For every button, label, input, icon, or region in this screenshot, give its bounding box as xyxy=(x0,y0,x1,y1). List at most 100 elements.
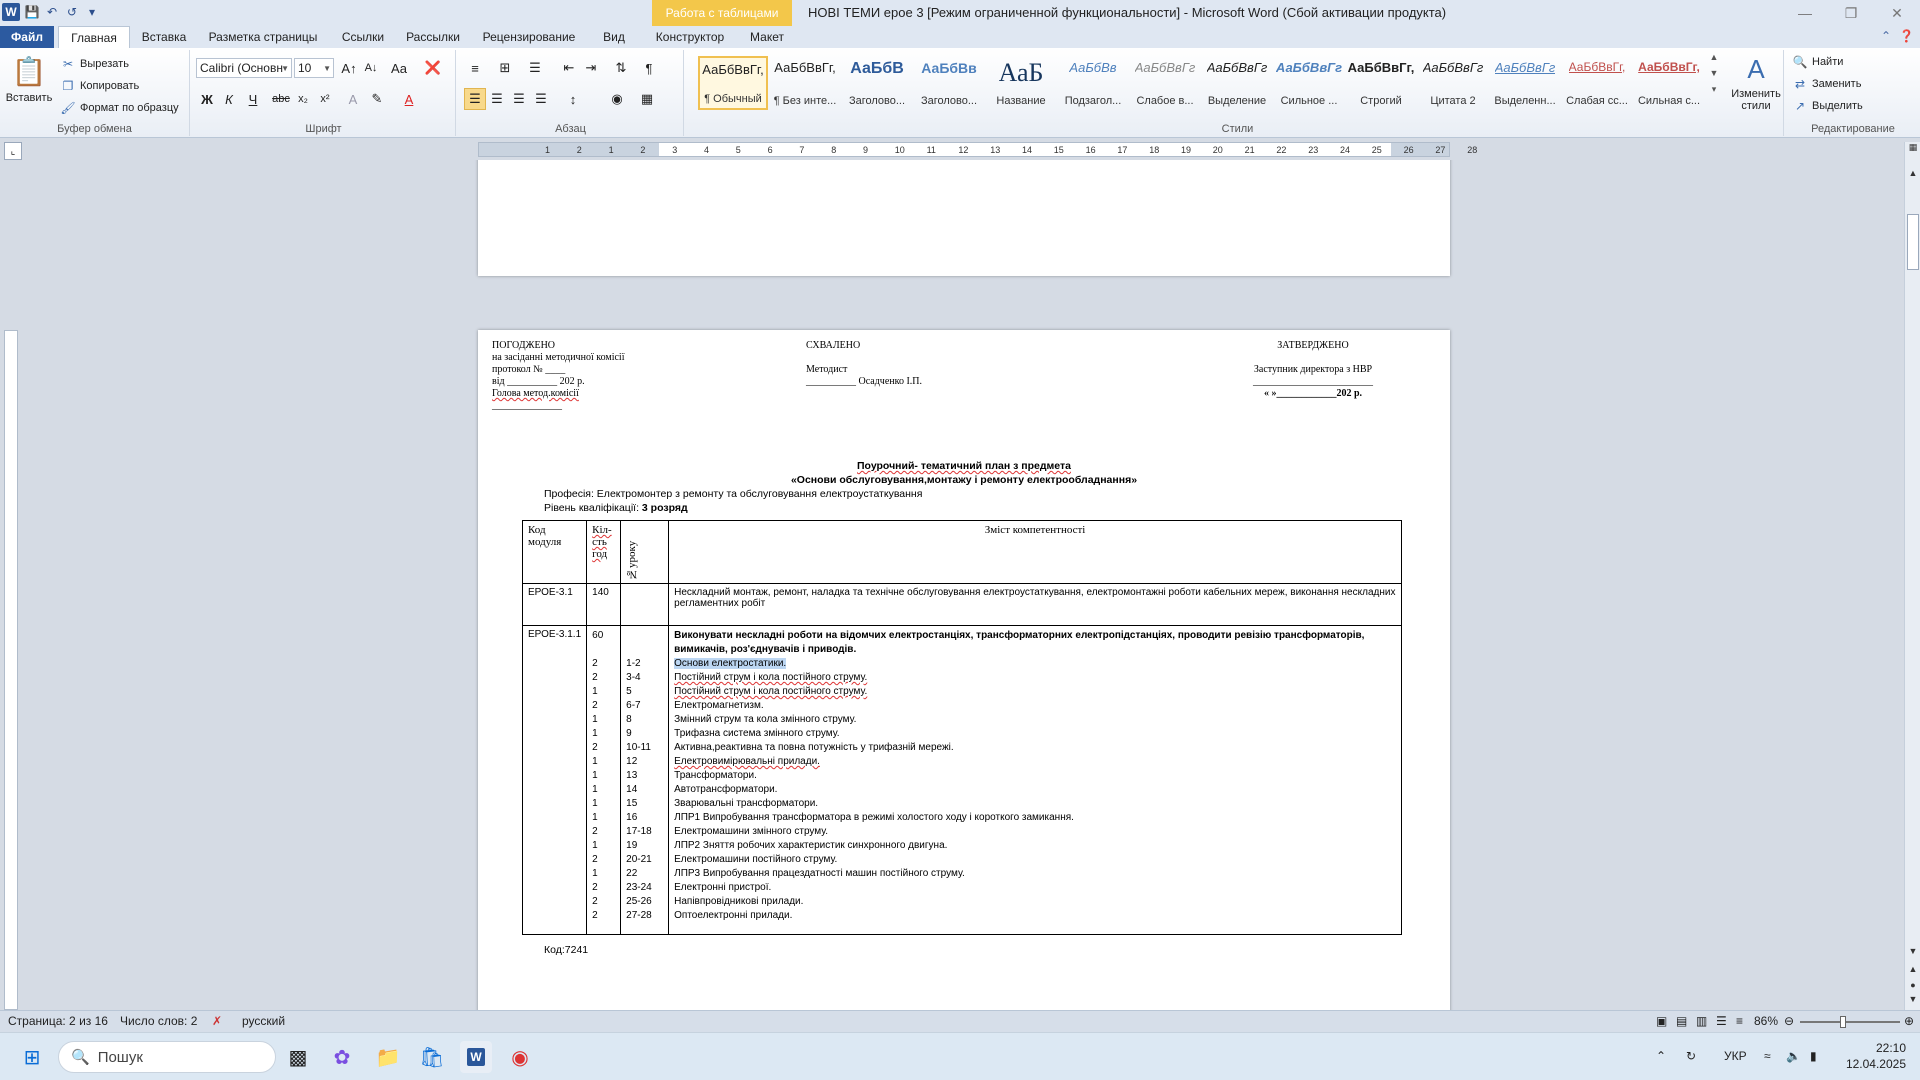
style-item[interactable]: АаБбВв Заголово... xyxy=(914,56,984,110)
copilot-icon[interactable]: ✿ xyxy=(326,1041,358,1073)
borders-icon[interactable]: ▦ xyxy=(636,88,658,110)
windows-start-icon[interactable]: ⊞ xyxy=(16,1041,48,1073)
change-styles-button[interactable]: A Изменить стили xyxy=(1728,54,1784,112)
chrome-icon[interactable]: ◉ xyxy=(504,1041,536,1073)
tab-review[interactable]: Рецензирование xyxy=(474,26,584,48)
horizontal-ruler[interactable]: 1 2 1 2 3 4 5 6 7 8 9 10 11 12 13 14 15 16 17 18 19 20 21 22 23 2… xyxy=(478,142,1477,157)
strikethrough-icon[interactable]: abc xyxy=(270,88,292,110)
subscript-icon[interactable]: x₂ xyxy=(292,88,314,110)
increase-indent-icon[interactable]: ⇥ xyxy=(580,57,602,79)
align-center-icon[interactable]: ☰ xyxy=(486,88,508,110)
style-item[interactable]: АаБбВвГг, Сильная с... xyxy=(1634,56,1704,110)
zoom-in-icon[interactable]: ⊕ xyxy=(1904,1014,1914,1028)
draft-icon[interactable]: ≡ xyxy=(1736,1014,1743,1028)
view-ruler-icon[interactable]: ▦ xyxy=(1905,142,1920,156)
plan-table[interactable]: Код модуля Кіл-сть год №уроку Зміст комп… xyxy=(521,520,1402,935)
input-language[interactable]: УКР xyxy=(1724,1049,1747,1063)
tab-mailings[interactable]: Рассылки xyxy=(400,26,466,48)
outline-icon[interactable]: ☰ xyxy=(1716,1014,1727,1028)
tab-file[interactable]: Файл xyxy=(0,26,54,48)
vertical-scrollbar[interactable]: ▦ ▲ ▼ ▲ ● ▼ xyxy=(1904,142,1920,1010)
font-size-combo[interactable]: 10 ▼ xyxy=(294,58,334,78)
file-explorer-icon[interactable]: 📁 xyxy=(372,1041,404,1073)
tab-view[interactable]: Вид xyxy=(592,26,636,48)
styles-scroll[interactable]: ▲ ▼ ▾ xyxy=(1706,52,1722,95)
style-item[interactable]: АаБ Название xyxy=(986,56,1056,110)
superscript-icon[interactable]: x² xyxy=(314,88,336,110)
tab-references[interactable]: Ссылки xyxy=(334,26,392,48)
zoom-slider-knob[interactable] xyxy=(1840,1016,1846,1028)
cut-button[interactable]: ✂ Вырезать xyxy=(60,56,129,72)
zoom-slider[interactable] xyxy=(1800,1016,1900,1028)
previous-page-icon[interactable]: ▲ xyxy=(1905,964,1920,978)
line-spacing-icon[interactable]: ↕ xyxy=(562,88,584,110)
tab-design[interactable]: Конструктор xyxy=(646,26,734,48)
clear-formatting-icon[interactable]: ❌ xyxy=(422,57,444,79)
style-item[interactable]: АаБбВвГг Выделение xyxy=(1202,56,1272,110)
redo-icon[interactable]: ↺ xyxy=(64,4,80,20)
shrink-font-icon[interactable]: A↓ xyxy=(360,57,382,79)
word-count[interactable]: Число слов: 2 xyxy=(120,1014,197,1028)
italic-icon[interactable]: К xyxy=(218,88,240,110)
style-item[interactable]: АаБбВвГг Цитата 2 xyxy=(1418,56,1488,110)
underline-icon[interactable]: Ч xyxy=(242,88,264,110)
select-button[interactable]: ↗ Выделить xyxy=(1792,98,1863,114)
save-icon[interactable]: 💾 xyxy=(24,4,40,20)
text-effects-icon[interactable]: A xyxy=(342,88,364,110)
paste-button[interactable]: 📋 Вставить xyxy=(6,54,53,105)
grow-font-icon[interactable]: A↑ xyxy=(338,57,360,79)
align-right-icon[interactable]: ☰ xyxy=(508,88,530,110)
font-color-icon[interactable]: A xyxy=(398,88,420,110)
store-icon[interactable]: 🛍 xyxy=(416,1041,448,1073)
clock[interactable]: 22:10 12.04.2025 xyxy=(1846,1040,1906,1072)
find-button[interactable]: 🔍 Найти xyxy=(1792,54,1844,70)
document-area[interactable]: ПОГОДЖЕНО на засіданні методичної комісі… xyxy=(0,160,1904,1010)
print-layout-icon[interactable]: ▣ xyxy=(1656,1014,1667,1028)
replace-button[interactable]: ⇄ Заменить xyxy=(1792,76,1861,92)
help-icon[interactable]: ❓ xyxy=(1899,29,1914,43)
copy-button[interactable]: ❐ Копировать xyxy=(60,78,140,94)
language[interactable]: русский xyxy=(242,1014,285,1028)
format-painter-button[interactable]: 🖌 Формат по образцу xyxy=(60,100,178,116)
wifi-icon[interactable]: ≈ xyxy=(1764,1049,1771,1063)
style-item[interactable]: АаБбВвГг, ¶ Без инте... xyxy=(770,56,840,110)
volume-icon[interactable]: 🔈 xyxy=(1786,1049,1801,1063)
decrease-indent-icon[interactable]: ⇤ xyxy=(558,57,580,79)
bold-icon[interactable]: Ж xyxy=(196,88,218,110)
minimize-ribbon-icon[interactable]: ⌃ xyxy=(1881,29,1891,43)
style-item[interactable]: АаБбВвГг Сильное ... xyxy=(1274,56,1344,110)
taskbar-search[interactable]: 🔍 Пошук xyxy=(58,1041,276,1073)
customize-qat-icon[interactable]: ▾ xyxy=(84,4,100,20)
shading-icon[interactable]: ◉ xyxy=(606,88,628,110)
undo-icon[interactable]: ↶ xyxy=(44,4,60,20)
align-left-icon[interactable]: ☰ xyxy=(464,88,486,110)
show-marks-icon[interactable]: ¶ xyxy=(638,57,660,79)
scroll-thumb[interactable] xyxy=(1907,214,1919,270)
justify-icon[interactable]: ☰ xyxy=(530,88,552,110)
scroll-up-icon[interactable]: ▲ xyxy=(1905,168,1920,182)
style-item[interactable]: АаБбВвГг Выделенн... xyxy=(1490,56,1560,110)
next-page-icon[interactable]: ▼ xyxy=(1905,994,1920,1008)
numbering-icon[interactable]: ⊞ xyxy=(494,57,516,79)
sync-icon[interactable]: ↻ xyxy=(1686,1049,1696,1063)
zoom-level[interactable]: 86% xyxy=(1754,1014,1778,1028)
change-case-icon[interactable]: Aa xyxy=(388,57,410,79)
scroll-down-icon[interactable]: ▼ xyxy=(1905,946,1920,960)
highlight-color-icon[interactable]: ✎ xyxy=(366,88,388,110)
tab-layout[interactable]: Макет xyxy=(742,26,792,48)
minimize-button[interactable]: — xyxy=(1782,0,1828,26)
word-app-icon[interactable]: W xyxy=(460,1041,492,1073)
style-item[interactable]: АаБбВвГг, ¶ Обычный xyxy=(698,56,768,110)
bullets-icon[interactable]: ≡ xyxy=(464,57,486,79)
multilevel-list-icon[interactable]: ☰ xyxy=(524,57,546,79)
full-screen-icon[interactable]: ▤ xyxy=(1676,1014,1687,1028)
web-layout-icon[interactable]: ▥ xyxy=(1696,1014,1707,1028)
tab-insert[interactable]: Вставка xyxy=(136,26,192,48)
sort-icon[interactable]: ⇅ xyxy=(610,57,632,79)
style-item[interactable]: АаБбВвГг, Строгий xyxy=(1346,56,1416,110)
tab-home[interactable]: Главная xyxy=(58,26,130,48)
battery-icon[interactable]: ▮ xyxy=(1810,1049,1817,1063)
style-item[interactable]: АаБбВвГг Слабое в... xyxy=(1130,56,1200,110)
tab-page-layout[interactable]: Разметка страницы xyxy=(200,26,326,48)
current-page[interactable]: ПОГОДЖЕНО на засіданні методичної комісі… xyxy=(478,330,1450,1010)
